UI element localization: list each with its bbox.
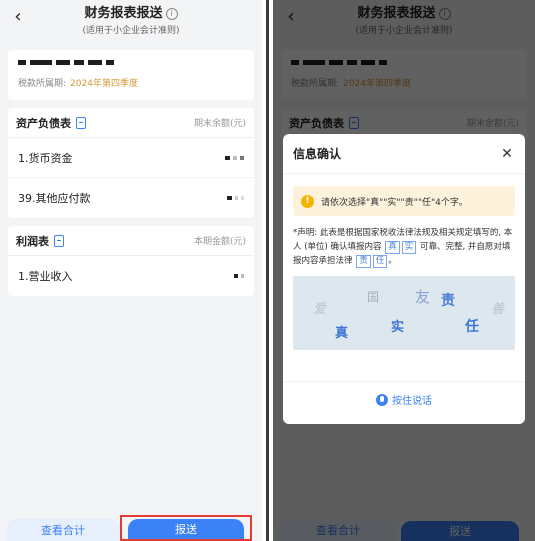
screen-divider xyxy=(262,0,273,541)
submit-button[interactable]: 报送 xyxy=(128,519,244,539)
captcha-char[interactable]: 善 xyxy=(491,298,504,317)
submit-highlight-box: 报送 xyxy=(120,515,252,541)
masked-value xyxy=(225,155,244,160)
column-label: 期末余额(元) xyxy=(193,119,246,129)
captcha-area: 爱 国 友 责 善 真 实 任 xyxy=(293,276,515,350)
page-subtitle: (适用于小企业会计准则) xyxy=(82,26,180,36)
highlight-char: 责 xyxy=(356,255,371,268)
page-header: ‹ 财务报表报送i (适用于小企业会计准则) xyxy=(0,0,262,44)
instruction-tip: ! 请依次选择"真""实""责""任"4个字。 xyxy=(293,186,515,216)
document-icon[interactable] xyxy=(54,234,64,247)
balance-sheet-section: 资产负债表 期末余额(元) 1.货币资金 39.其他应付款 xyxy=(8,108,254,218)
column-label: 本期金额(元) xyxy=(193,237,246,247)
row-label: 39.其他应付款 xyxy=(18,192,91,205)
view-total-button[interactable]: 查看合计 xyxy=(6,519,120,541)
voice-label: 按住说话 xyxy=(392,396,432,407)
captcha-char[interactable]: 责 xyxy=(441,290,455,310)
highlight-char: 任 xyxy=(372,255,388,268)
dialog-title: 信息确认 xyxy=(293,147,342,161)
company-name-masked xyxy=(18,60,244,66)
masked-value xyxy=(234,274,244,278)
table-row[interactable]: 1.货币资金 xyxy=(8,138,254,178)
confirm-dialog: 信息确认 ✕ ! 请依次选择"真""实""责""任"4个字。 *声明: 此表是根… xyxy=(283,134,525,424)
captcha-char[interactable]: 真 xyxy=(335,322,348,341)
confirm-screen: ‹ 财务报表报送i (适用于小企业会计准则) 税款所属期:2024年第四季度 资… xyxy=(273,0,535,541)
period-value: 2024年第四季度 xyxy=(70,79,138,89)
declaration-text: *声明: 此表是根据国家税收法律法规及相关规定填写的, 本人 (单位) 确认填报… xyxy=(293,228,513,268)
hold-to-talk-button[interactable]: 按住说话 xyxy=(283,392,525,407)
row-label: 1.货币资金 xyxy=(18,151,73,165)
highlight-char: 实 xyxy=(401,241,417,254)
divider xyxy=(283,381,525,382)
section-title: 资产负债表 xyxy=(16,116,71,130)
microphone-icon xyxy=(376,394,388,406)
income-statement-section: 利润表 本期金额(元) 1.营业收入 xyxy=(8,226,254,296)
table-row[interactable]: 39.其他应付款 xyxy=(8,178,254,218)
captcha-char[interactable]: 国 xyxy=(367,288,379,305)
page-title: 财务报表报送 xyxy=(84,6,163,21)
tip-text: 请依次选择"真""实""责""任"4个字。 xyxy=(321,197,468,208)
bottom-action-bar: 查看合计 报送 xyxy=(0,509,262,541)
chevron-left-icon[interactable]: ‹ xyxy=(8,6,28,30)
captcha-char[interactable]: 友 xyxy=(415,286,430,307)
info-icon[interactable]: i xyxy=(165,8,178,20)
masked-value xyxy=(227,196,244,200)
captcha-char[interactable]: 任 xyxy=(465,316,479,336)
document-icon[interactable] xyxy=(76,116,86,129)
company-card: 税款所属期:2024年第四季度 xyxy=(8,50,254,100)
period-label: 税款所属期: xyxy=(18,79,67,89)
warning-icon: ! xyxy=(301,194,314,208)
section-title: 利润表 xyxy=(16,234,49,248)
row-label: 1.营业收入 xyxy=(18,270,73,283)
close-icon[interactable]: ✕ xyxy=(499,146,515,162)
form-screen: ‹ 财务报表报送 i (适用于小企业会计准则) 税款所属期: 2024年第四季度 资… xyxy=(0,0,262,541)
captcha-char[interactable]: 爱 xyxy=(313,298,326,317)
highlight-char: 真 xyxy=(385,241,400,254)
captcha-char[interactable]: 实 xyxy=(391,316,404,335)
table-row[interactable]: 1.营业收入 xyxy=(8,256,254,296)
